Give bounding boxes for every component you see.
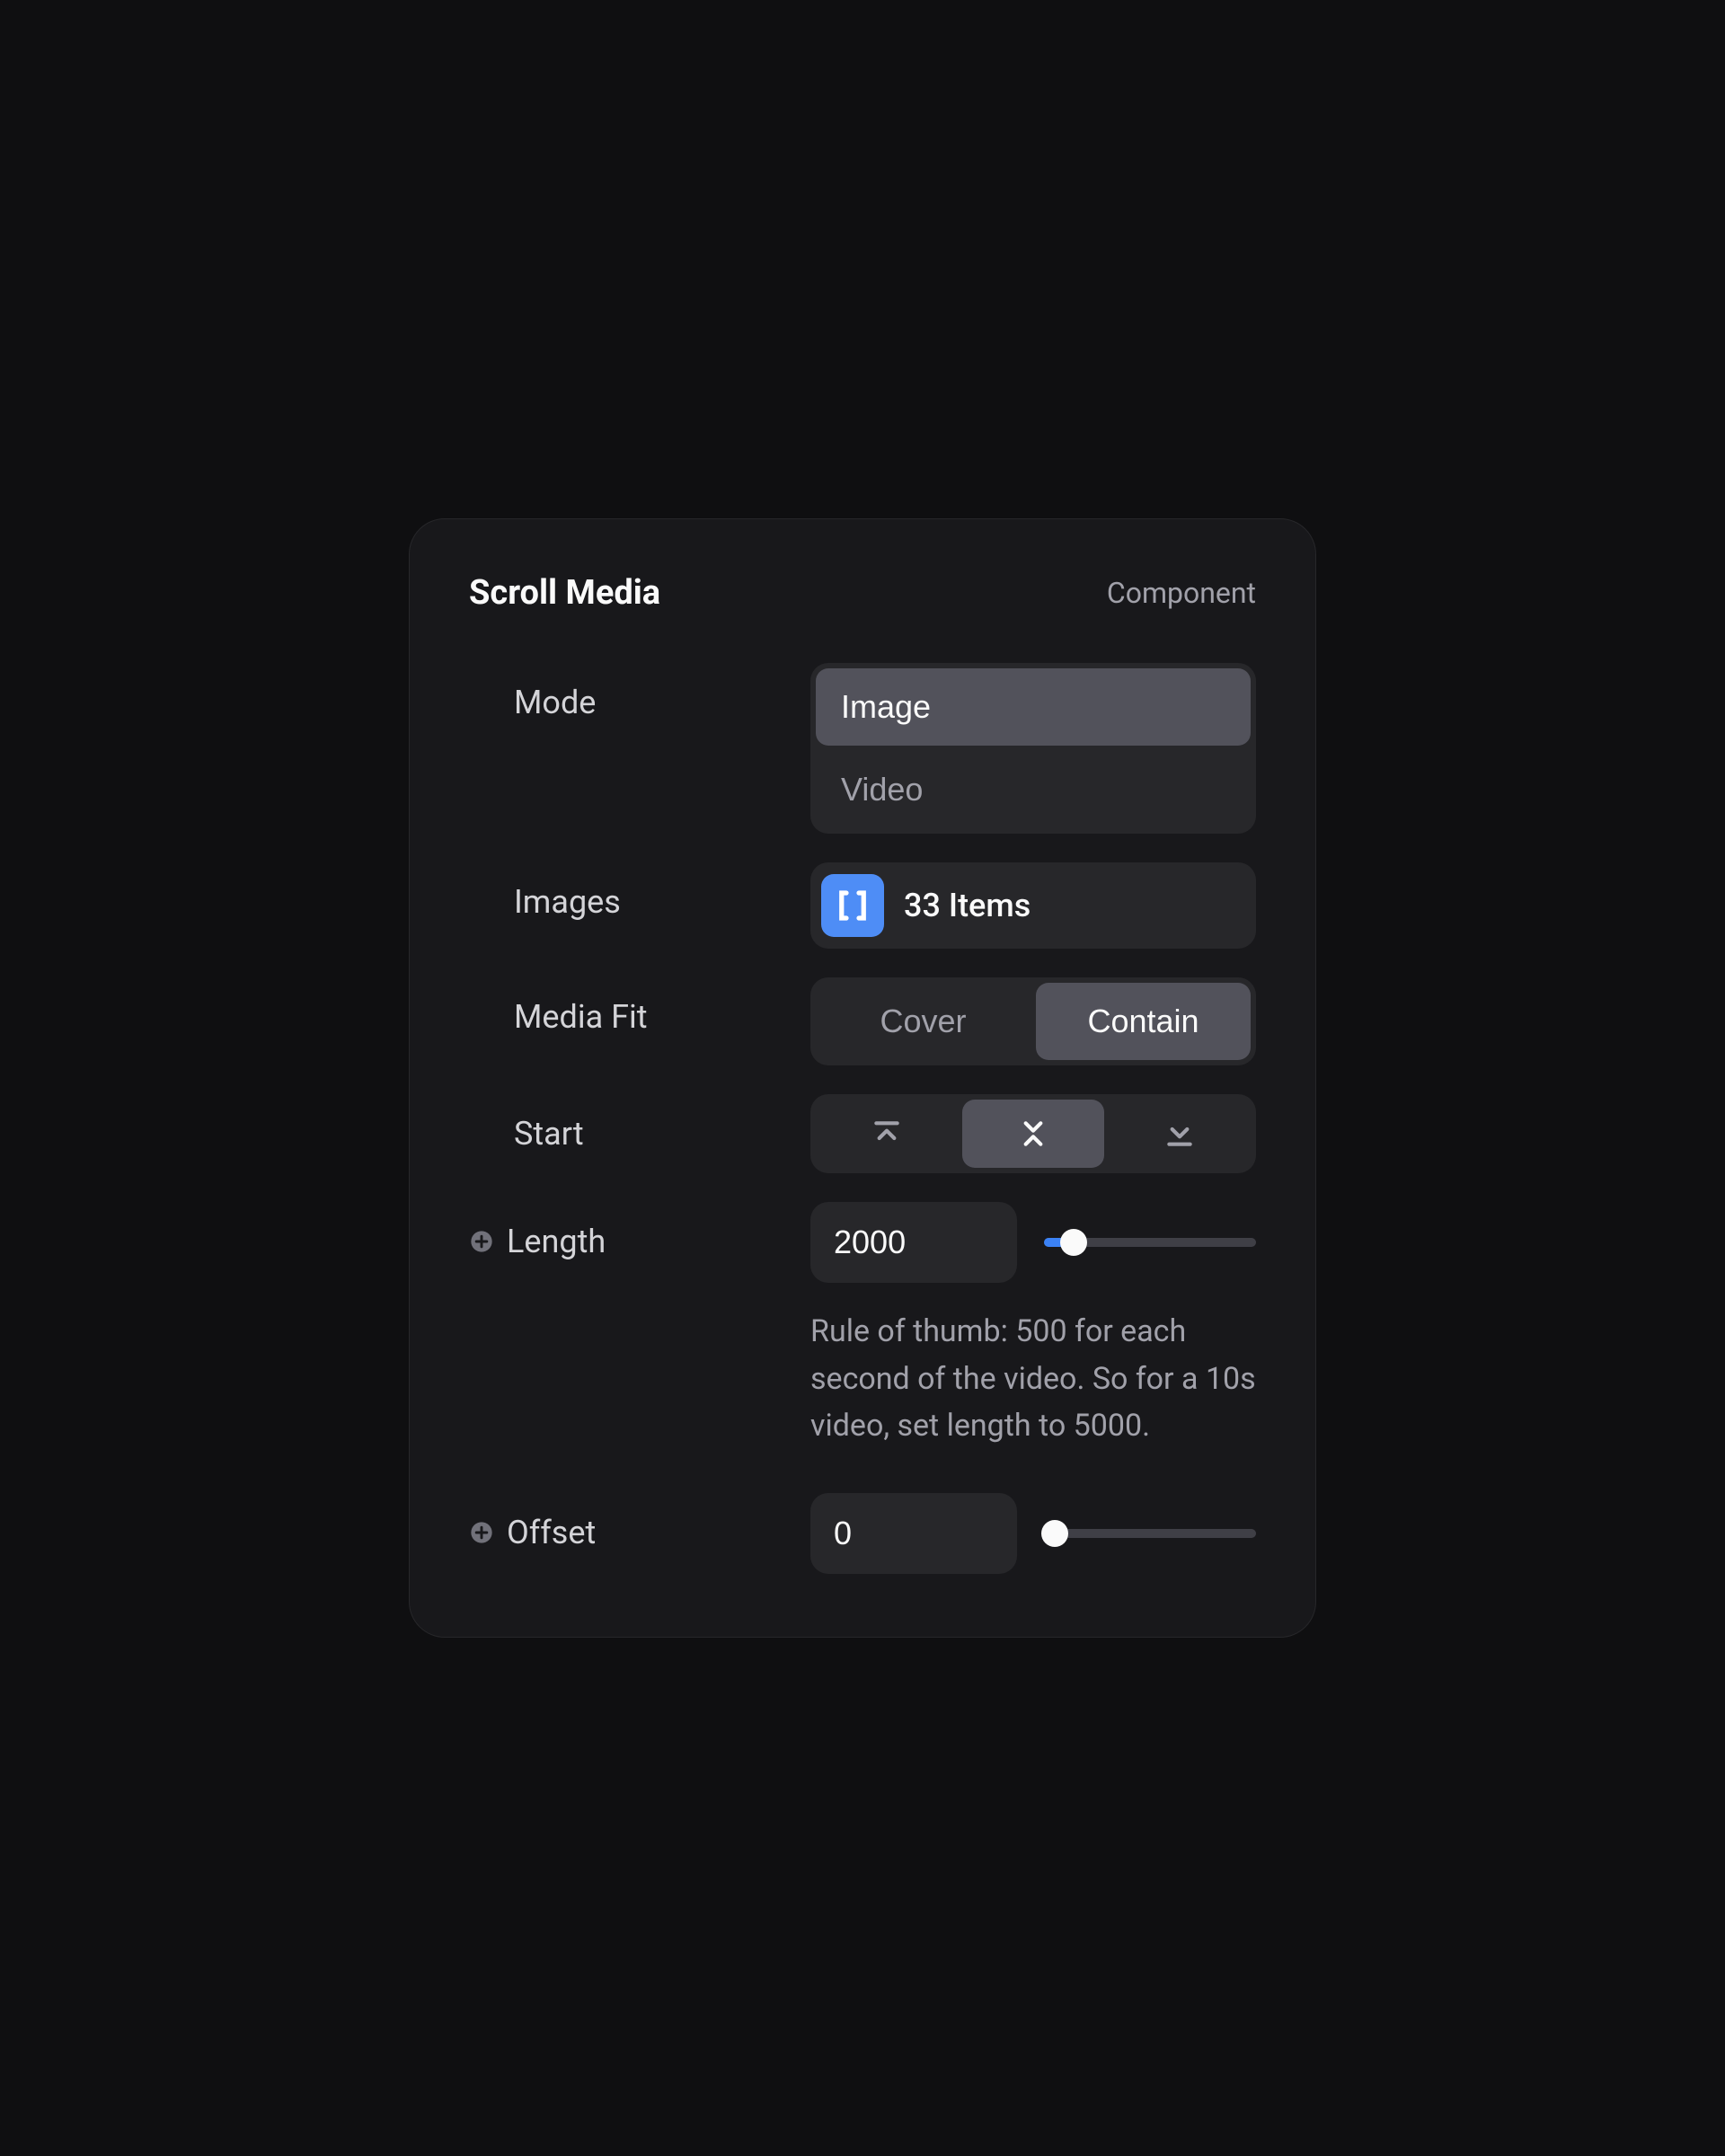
row-offset: Offset <box>469 1493 1256 1574</box>
panel-title: Scroll Media <box>469 573 660 613</box>
label-mode: Mode <box>514 684 596 721</box>
start-bottom[interactable] <box>1110 1100 1251 1168</box>
length-help: Rule of thumb: 500 for each second of th… <box>810 1308 1256 1450</box>
mode-option-image[interactable]: Image <box>816 668 1251 746</box>
media-fit-segmented: Cover Contain <box>810 977 1256 1065</box>
length-slider[interactable] <box>1044 1226 1256 1259</box>
label-length: Length <box>507 1223 606 1260</box>
row-length: Length Rule of thumb: 500 for each secon… <box>469 1202 1256 1464</box>
plus-circle-icon[interactable] <box>469 1520 494 1545</box>
row-start: Start <box>469 1094 1256 1173</box>
mode-option-video[interactable]: Video <box>816 751 1251 828</box>
offset-slider[interactable] <box>1044 1517 1256 1550</box>
plus-circle-icon[interactable] <box>469 1229 494 1254</box>
component-panel: Scroll Media Component Mode Image Video … <box>409 518 1316 1638</box>
panel-subtitle: Component <box>1107 576 1256 610</box>
start-segmented <box>810 1094 1256 1173</box>
label-media-fit: Media Fit <box>514 998 648 1036</box>
row-images: Images 33 Items <box>469 862 1256 949</box>
label-offset: Offset <box>507 1514 596 1551</box>
label-start: Start <box>514 1115 584 1153</box>
mode-segmented: Image Video <box>810 663 1256 834</box>
media-fit-contain[interactable]: Contain <box>1036 983 1251 1060</box>
images-count: 33 Items <box>904 887 1031 924</box>
row-mode: Mode Image Video <box>469 663 1256 834</box>
images-field[interactable]: 33 Items <box>810 862 1256 949</box>
panel-header: Scroll Media Component <box>469 573 1256 613</box>
label-images: Images <box>514 883 621 921</box>
start-center[interactable] <box>962 1100 1103 1168</box>
length-input[interactable] <box>810 1202 1017 1283</box>
array-icon <box>821 874 884 937</box>
start-top[interactable] <box>816 1100 957 1168</box>
offset-input[interactable] <box>810 1493 1017 1574</box>
media-fit-cover[interactable]: Cover <box>816 983 1031 1060</box>
row-media-fit: Media Fit Cover Contain <box>469 977 1256 1065</box>
